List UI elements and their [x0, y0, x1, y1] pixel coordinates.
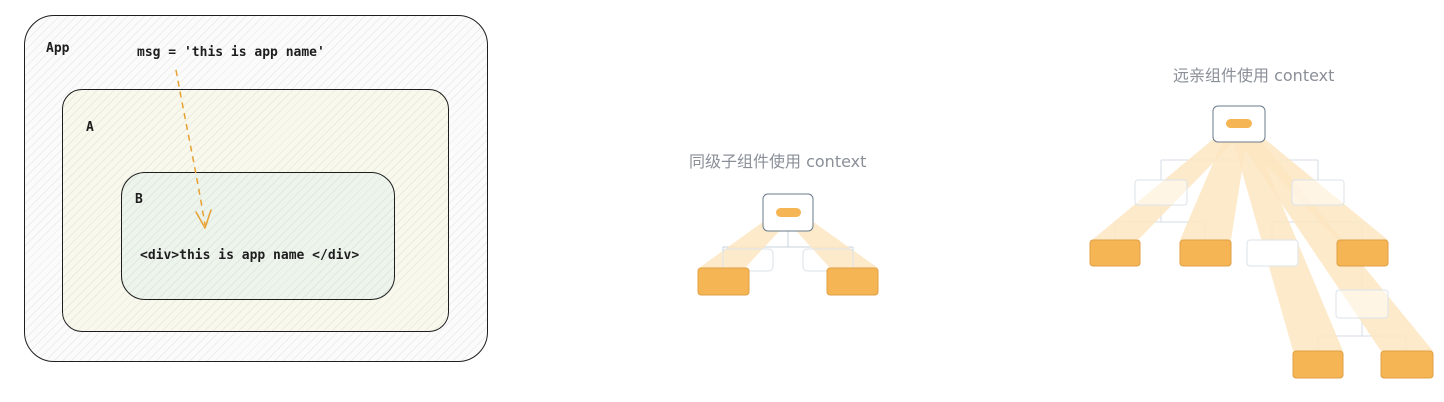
distant-root-pill: [1226, 119, 1252, 128]
distant-node-highlighted-3: [1336, 239, 1389, 267]
distant-faint-node-4: [1335, 289, 1389, 319]
distant-faint-node-2: [1291, 179, 1345, 206]
distant-node-highlighted-4: [1292, 350, 1344, 379]
distant-tree: [1089, 105, 1434, 379]
distant-faint-node-3: [1246, 239, 1299, 267]
sibling-child-right: [826, 267, 879, 296]
context-tree-diagrams: [697, 105, 1434, 379]
sibling-tree: [697, 193, 879, 296]
sibling-root-pill: [776, 208, 801, 217]
distant-node-highlighted-1: [1089, 239, 1141, 267]
sibling-child-left: [697, 267, 750, 296]
distant-node-highlighted-5: [1380, 350, 1434, 379]
distant-node-highlighted-2: [1179, 239, 1232, 267]
distant-beam-5: [1229, 126, 1433, 351]
distant-faint-node-1: [1134, 179, 1188, 206]
